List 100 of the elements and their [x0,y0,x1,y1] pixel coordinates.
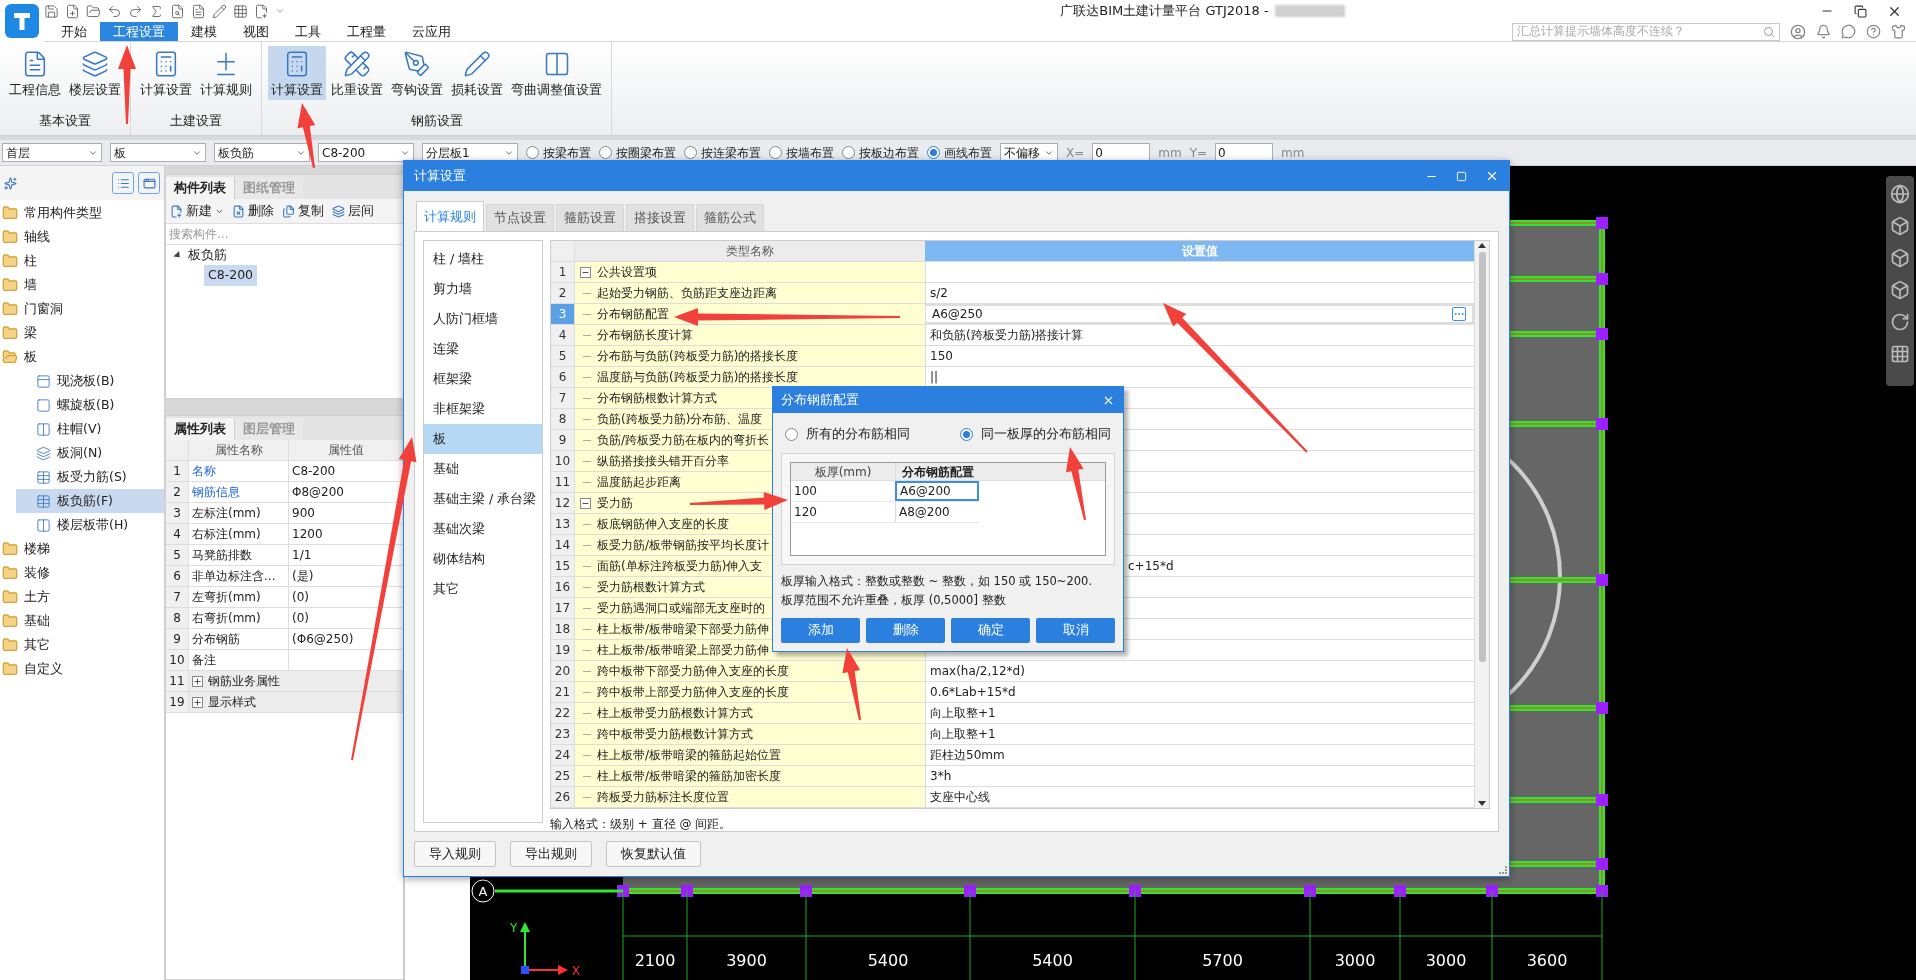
caret-icon[interactable] [275,6,285,16]
dialog-button[interactable]: 添加 [781,617,860,643]
globe-icon[interactable] [1890,184,1910,204]
dropdown-select[interactable]: 板负筋 [214,143,310,162]
ribbon-button[interactable]: 比重设置 [328,46,386,100]
setting-value[interactable]: 向上取整+1 [930,725,996,743]
ribbon-tab[interactable]: 云应用 [399,22,464,41]
tree-item[interactable]: 土方 [24,587,50,607]
search-icon[interactable] [1763,25,1775,38]
row-number[interactable]: 12 [551,493,574,513]
ribbon-tab[interactable]: 工具 [282,22,334,41]
document-icon[interactable] [191,3,206,19]
dialog-button[interactable]: 取消 [1036,617,1115,643]
row-number[interactable]: 5 [551,346,574,366]
ribbon-button[interactable]: 工程信息 [6,46,64,100]
row-number[interactable]: 1 [551,262,574,282]
tree-item[interactable]: 其它 [24,635,50,655]
folder-icon[interactable] [2,277,18,293]
setting-value[interactable]: 150 [930,347,953,365]
radio-button[interactable] [684,146,697,159]
ribbon-button[interactable]: 楼层设置 [66,46,124,100]
open-folder-icon[interactable] [86,3,101,19]
property-name[interactable]: 钢筋信息 [192,483,240,501]
toolbar-button[interactable]: 复制 [282,201,324,221]
ribbon-button[interactable]: 计算设置 [137,46,195,100]
more-icon[interactable] [1452,307,1466,321]
row-number[interactable]: 21 [551,682,574,702]
row-number[interactable]: 24 [551,745,574,765]
ribbon-button[interactable]: 弯曲调整值设置 [508,46,605,100]
collapse-icon[interactable] [580,497,591,509]
chat-icon[interactable] [1841,24,1856,39]
ribbon-tab[interactable]: 建模 [178,22,230,41]
table-cell[interactable]: A8@200 [895,502,979,522]
row-number[interactable]: 15 [551,556,574,576]
row-number[interactable]: 18 [551,619,574,639]
category-item[interactable]: 连梁 [424,334,542,364]
row-number[interactable]: 23 [551,724,574,744]
grid-icon[interactable] [1890,344,1910,364]
resize-grip-icon[interactable] [1499,866,1507,874]
grid-icon[interactable] [233,3,248,19]
dropdown-select[interactable]: 首层 [2,143,102,162]
folder-icon[interactable] [2,661,18,677]
ribbon-button[interactable]: 计算规则 [197,46,255,100]
setting-value[interactable]: 0.6*Lab+15*d [930,683,1016,701]
cube-icon[interactable] [1890,280,1910,300]
open-folder-icon[interactable] [2,349,18,365]
dialog-button[interactable]: 确定 [951,617,1030,643]
ribbon-tab[interactable]: 工程设置 [100,22,178,41]
expand-icon[interactable] [192,696,203,708]
radio-button[interactable] [842,146,855,159]
expand-icon[interactable] [192,675,203,687]
folder-icon[interactable] [2,637,18,653]
tree-item[interactable]: 自定义 [24,659,63,679]
dialog-tab[interactable]: 计算规则 [416,201,484,231]
property-name[interactable]: 名称 [192,462,216,480]
dialog-button[interactable]: 删除 [866,617,945,643]
dialog-button[interactable]: 导入规则 [414,841,496,867]
pencil-icon[interactable] [212,3,227,19]
maximize-icon[interactable] [1456,170,1467,182]
row-number[interactable]: 17 [551,598,574,618]
dialog-tab[interactable]: 箍筋公式 [696,204,764,231]
file-plus-icon[interactable] [254,3,269,19]
tree-item[interactable]: 楼层板带(H) [16,513,164,537]
dialog-tab[interactable]: 搭接设置 [626,204,694,231]
panel-tab[interactable]: 构件列表 [166,177,234,199]
dialog-button[interactable]: 恢复默认值 [606,841,701,867]
tree-item[interactable]: 柱帽(V) [16,417,164,441]
setting-value[interactable]: c+15*d [1128,557,1174,575]
setting-value[interactable]: max(ha/2,12*d) [930,662,1025,680]
bell-icon[interactable] [1816,24,1831,39]
category-item[interactable]: 基础 [424,454,542,484]
file-search-icon[interactable] [170,3,185,19]
row-number[interactable]: 4 [551,325,574,345]
folder-icon[interactable] [2,565,18,581]
folder-icon[interactable] [2,613,18,629]
setting-value[interactable]: 向上取整+1 [930,704,996,722]
row-number[interactable]: 13 [551,514,574,534]
tree-item[interactable]: 楼梯 [24,539,50,559]
setting-value[interactable]: 支座中心线 [930,788,990,806]
panel-view-button[interactable] [138,172,160,194]
category-item[interactable]: 非框架梁 [424,394,542,424]
folder-icon[interactable] [2,325,18,341]
row-number[interactable]: 11 [551,472,574,492]
row-number[interactable]: 6 [551,367,574,387]
rotate-icon[interactable] [1890,312,1910,332]
tree-item[interactable]: 板受力筋(S) [16,465,164,489]
table-cell[interactable]: 100 [791,481,895,501]
dropdown-select[interactable]: 板 [110,143,206,162]
property-name[interactable]: 钢筋业务属性 [208,672,280,690]
save-icon[interactable] [44,3,59,19]
radio-button[interactable] [769,146,782,159]
new-file-icon[interactable] [65,3,80,19]
row-number[interactable]: 9 [551,430,574,450]
row-number[interactable]: 8 [551,409,574,429]
sparkle-icon[interactable] [4,176,17,190]
cube-icon[interactable] [1890,248,1910,268]
tree-item[interactable]: 板 [24,347,37,367]
search-field[interactable]: 汇总计算提示墙体高度不连续？ [1512,22,1780,41]
row-number[interactable]: 25 [551,766,574,786]
tree-item[interactable]: 板洞(N) [16,441,164,465]
